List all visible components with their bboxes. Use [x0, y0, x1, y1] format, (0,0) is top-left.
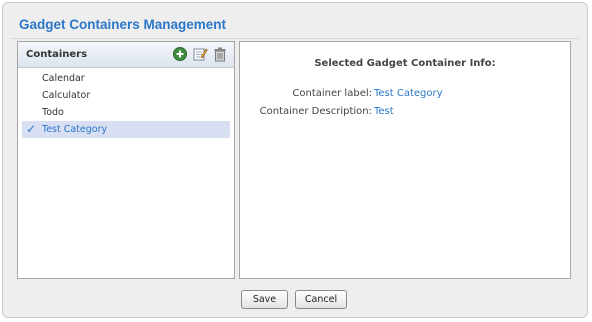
list-item-label: Test Category: [42, 124, 108, 135]
container-description-caption: Container Description:: [259, 106, 372, 117]
containers-panel-header: Containers: [18, 42, 234, 68]
containers-panel: Containers Calendar Calculator Todo ✓ Tes…: [17, 41, 235, 279]
list-item-label: Calendar: [42, 73, 85, 84]
list-item-label: Calculator: [42, 90, 91, 101]
list-item-calendar[interactable]: Calendar: [22, 70, 230, 87]
list-item-todo[interactable]: Todo: [22, 104, 230, 121]
save-button[interactable]: Save: [241, 290, 288, 309]
list-item-calculator[interactable]: Calculator: [22, 87, 230, 104]
container-label-value: Test Category: [374, 88, 443, 99]
container-label-caption: Container label:: [292, 88, 372, 99]
info-title: Selected Gadget Container Info:: [314, 58, 496, 69]
add-icon[interactable]: [172, 46, 188, 62]
window-title: Gadget Containers Management: [19, 17, 227, 32]
container-description-value: Test: [374, 106, 394, 117]
title-divider: [11, 38, 579, 39]
trash-icon[interactable]: [212, 46, 228, 62]
containers-header-label: Containers: [26, 49, 88, 60]
containers-list: Calendar Calculator Todo ✓ Test Category: [22, 70, 230, 138]
containers-toolbar: [172, 46, 228, 62]
cancel-button[interactable]: Cancel: [295, 290, 347, 309]
list-item-test-category[interactable]: ✓ Test Category: [22, 121, 230, 138]
edit-icon[interactable]: [192, 46, 208, 62]
list-item-label: Todo: [42, 107, 64, 118]
check-icon: ✓: [26, 122, 37, 136]
container-info-panel: Selected Gadget Container Info: Containe…: [239, 41, 571, 279]
